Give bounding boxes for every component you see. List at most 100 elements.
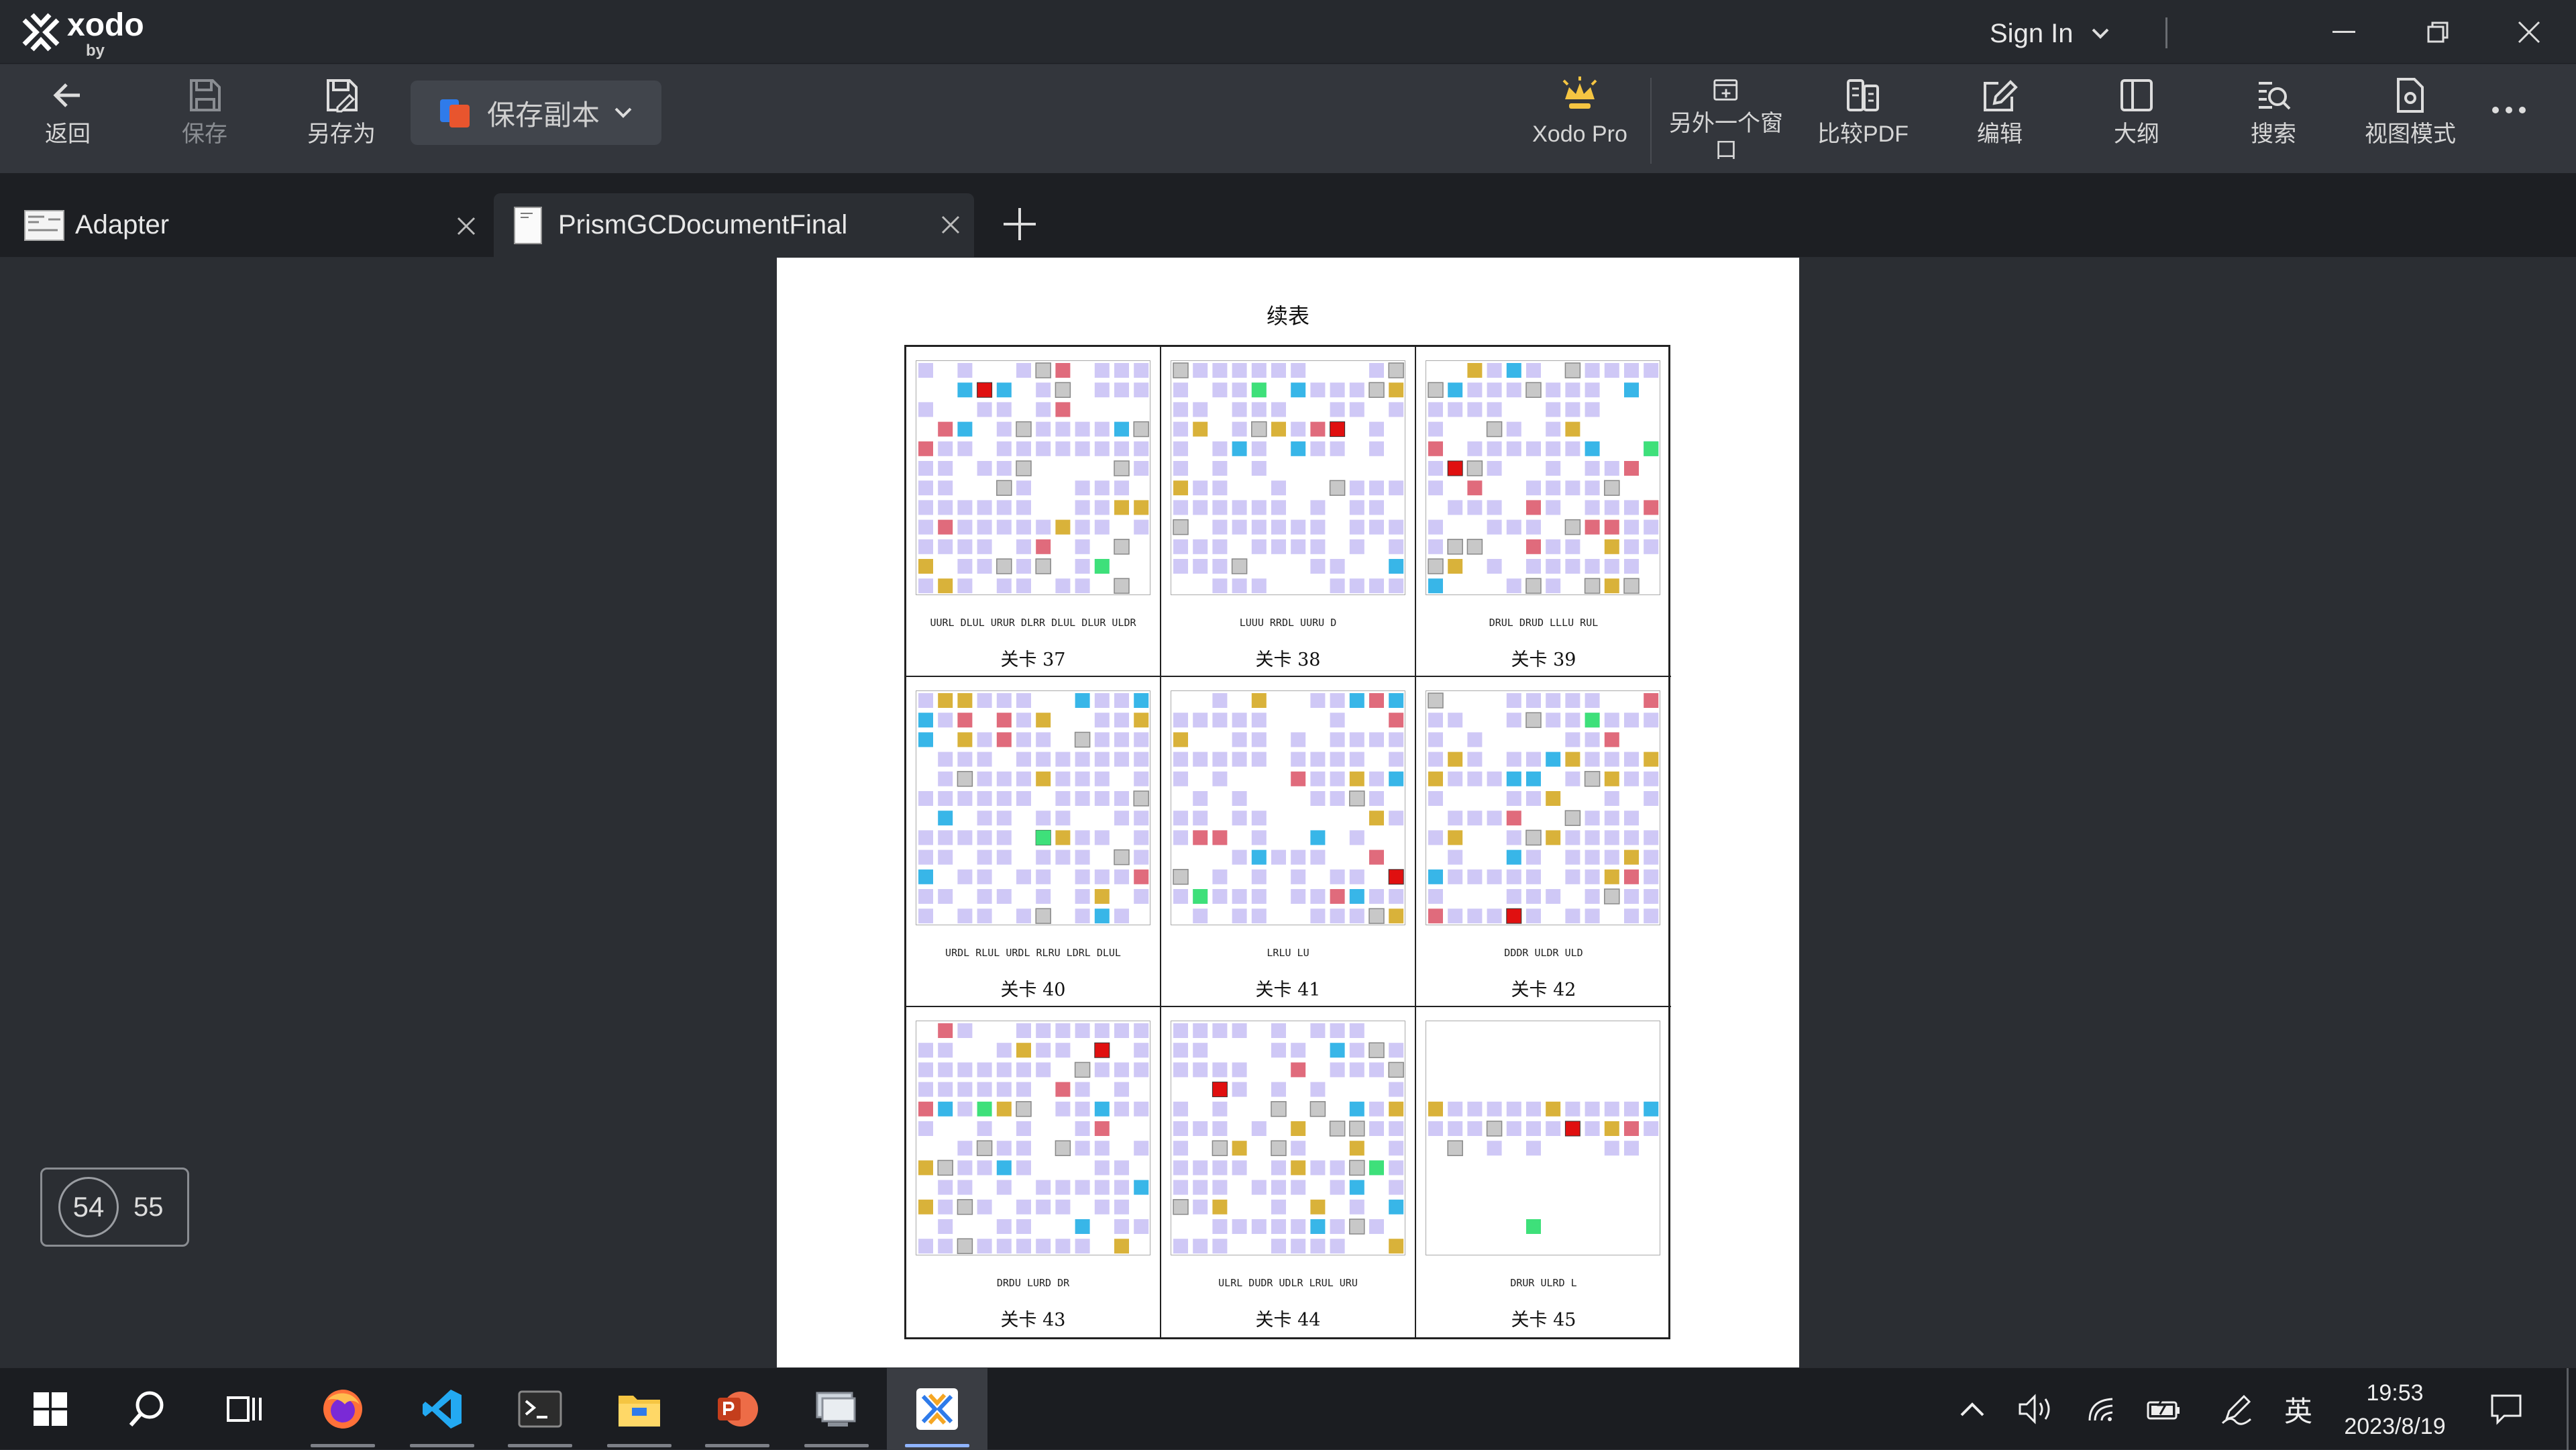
restore-button[interactable] [2391, 0, 2485, 64]
map-tile [1212, 480, 1228, 496]
input-method-indicator[interactable]: 英 [2271, 1368, 2325, 1450]
level-map [1426, 360, 1660, 595]
save-as-icon [327, 79, 358, 113]
new-tab-button[interactable] [1000, 204, 1040, 244]
outline-button[interactable]: 大纲 [2080, 76, 2194, 164]
level-map [916, 360, 1150, 595]
map-tile [1369, 791, 1384, 806]
back-button[interactable]: 返回 [11, 76, 125, 164]
compare-pdf-button[interactable]: 比较PDF [1806, 76, 1920, 164]
tab-prismgcdocumentfinal[interactable]: PrismGCDocumentFinal [494, 193, 974, 257]
map-tile [1232, 382, 1247, 398]
minimize-button[interactable] [2297, 0, 2391, 64]
map-tile [1271, 1082, 1286, 1097]
action-center-button[interactable] [2479, 1368, 2533, 1450]
search-button[interactable]: 搜索 [2216, 76, 2330, 164]
view-mode-button[interactable]: 视图模式 [2353, 76, 2467, 164]
map-tile [1075, 1023, 1090, 1038]
map-tile [1075, 693, 1090, 708]
map-tile [1094, 363, 1110, 378]
map-tile [1212, 1160, 1228, 1176]
level-label: 关卡 38 [1255, 650, 1321, 670]
start-button[interactable] [0, 1368, 101, 1450]
save-copy-dropdown[interactable]: 保存副本 [411, 81, 661, 145]
xodo-taskbar-button[interactable] [887, 1368, 987, 1450]
map-tile [1291, 1043, 1306, 1058]
document-thumbnail-icon [24, 209, 64, 241]
level-cell: DDDR ULDR ULD 关卡 42 [1416, 677, 1671, 1007]
map-tile [1036, 752, 1051, 767]
xodo-pro-button[interactable]: Xodo Pro [1523, 76, 1637, 164]
map-tile [1624, 461, 1639, 476]
map-tile [1094, 382, 1110, 398]
close-tab-icon[interactable] [456, 216, 476, 236]
task-view-button[interactable] [195, 1368, 295, 1450]
battery-button[interactable] [2137, 1368, 2191, 1450]
map-tile [1291, 441, 1306, 456]
show-desktop-button[interactable] [2567, 1368, 2569, 1450]
save-label: 保存 [182, 121, 227, 147]
search-taskbar-button[interactable] [97, 1368, 197, 1450]
page-indicator[interactable]: 54 55 [40, 1168, 189, 1247]
clock[interactable]: 19:53 2023/8/19 [2334, 1376, 2455, 1443]
new-window-button[interactable]: 另外一个窗口 [1669, 76, 1783, 164]
map-tile [1448, 559, 1463, 574]
powerpoint-button[interactable] [687, 1368, 788, 1450]
map-tile [1467, 732, 1483, 747]
new-window-label: 另外一个窗口 [1669, 111, 1783, 163]
map-tile [957, 1238, 973, 1254]
map-tile [1075, 791, 1090, 806]
firefox-button[interactable] [292, 1368, 393, 1450]
map-tile [1369, 519, 1384, 535]
remote-desktop-button[interactable] [786, 1368, 887, 1450]
volume-button[interactable] [2008, 1368, 2062, 1450]
map-tile [1094, 1199, 1110, 1214]
map-tile [1016, 1219, 1031, 1234]
map-tile [1114, 539, 1130, 555]
more-options-button[interactable] [2469, 76, 2549, 164]
show-hidden-icons-button[interactable] [1945, 1368, 1999, 1450]
map-tile [1212, 1199, 1228, 1214]
map-tile [1585, 559, 1600, 574]
map-tile [918, 849, 933, 865]
edit-button[interactable]: 编辑 [1943, 76, 2057, 164]
close-tab-icon[interactable] [941, 215, 961, 235]
map-tile [1310, 1239, 1326, 1254]
save-button[interactable]: 保存 [148, 76, 262, 164]
map-tile [1016, 771, 1031, 786]
map-tile [1349, 790, 1365, 807]
map-tile [996, 771, 1012, 786]
map-tile [1114, 732, 1129, 747]
map-tile [1094, 830, 1110, 845]
map-tile [918, 578, 933, 594]
arrow-left-icon [53, 83, 80, 107]
sign-in-button[interactable]: Sign In [1990, 13, 2110, 54]
map-tile [977, 1239, 992, 1254]
map-tile [1291, 889, 1306, 904]
map-tile [1232, 1023, 1247, 1038]
close-window-button[interactable] [2482, 0, 2576, 64]
map-tile [918, 830, 933, 845]
map-tile [1585, 811, 1600, 826]
map-tile [957, 771, 973, 787]
map-tile [1114, 909, 1129, 924]
file-explorer-button[interactable] [589, 1368, 690, 1450]
running-indicator [311, 1444, 375, 1447]
map-tile [1310, 539, 1326, 554]
network-button[interactable] [2076, 1368, 2129, 1450]
pen-workspace-button[interactable] [2210, 1368, 2263, 1450]
map-tile [1094, 1101, 1110, 1117]
map-tile [1055, 791, 1071, 806]
tab-adapter[interactable]: Adapter [0, 193, 483, 257]
map-tile [1526, 909, 1541, 924]
map-tile [1585, 752, 1600, 767]
save-as-button[interactable]: 另存为 [284, 76, 398, 164]
terminal-button[interactable] [490, 1368, 590, 1450]
map-tile [1173, 402, 1188, 417]
map-tile [957, 1141, 973, 1156]
map-tile [1565, 441, 1580, 456]
vscode-button[interactable] [392, 1368, 492, 1450]
pdf-page: 续表 UURL DLUL URUR DLRR DLUL DLUR ULDR 关卡 … [777, 258, 1799, 1367]
map-tile [957, 1180, 973, 1195]
map-tile [1604, 1121, 1619, 1136]
